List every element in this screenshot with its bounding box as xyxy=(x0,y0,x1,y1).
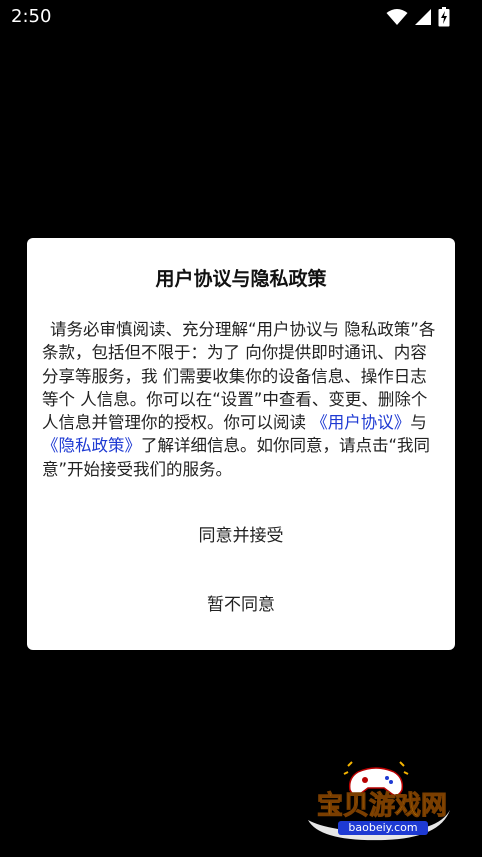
watermark-brand: 宝贝游戏网 xyxy=(316,791,447,822)
wifi-icon xyxy=(386,8,408,26)
body-text-2: 与 xyxy=(410,413,427,433)
watermark-logo: 宝贝游戏网 baobeiy.com xyxy=(300,760,470,850)
status-time: 2:50 xyxy=(11,6,52,27)
battery-charging-icon xyxy=(438,7,450,27)
privacy-policy-link[interactable]: 《隐私政策》 xyxy=(42,436,141,455)
disagree-button[interactable]: 暂不同意 xyxy=(141,587,341,623)
agree-button[interactable]: 同意并接受 xyxy=(141,518,341,554)
status-bar: 2:50 xyxy=(0,0,482,34)
dialog-title: 用户协议与隐私政策 xyxy=(155,268,327,290)
status-icons xyxy=(386,6,450,28)
watermark-domain: baobeiy.com xyxy=(338,821,428,835)
dialog-body: 请务必审慎阅读、充分理解“用户协议与 隐私政策”各条款，包括但不限于：为了 向你… xyxy=(42,318,442,481)
user-agreement-link[interactable]: 《用户协议》 xyxy=(311,413,410,432)
signal-icon xyxy=(414,8,432,26)
privacy-dialog: 用户协议与隐私政策 请务必审慎阅读、充分理解“用户协议与 隐私政策”各条款，包括… xyxy=(27,238,455,650)
